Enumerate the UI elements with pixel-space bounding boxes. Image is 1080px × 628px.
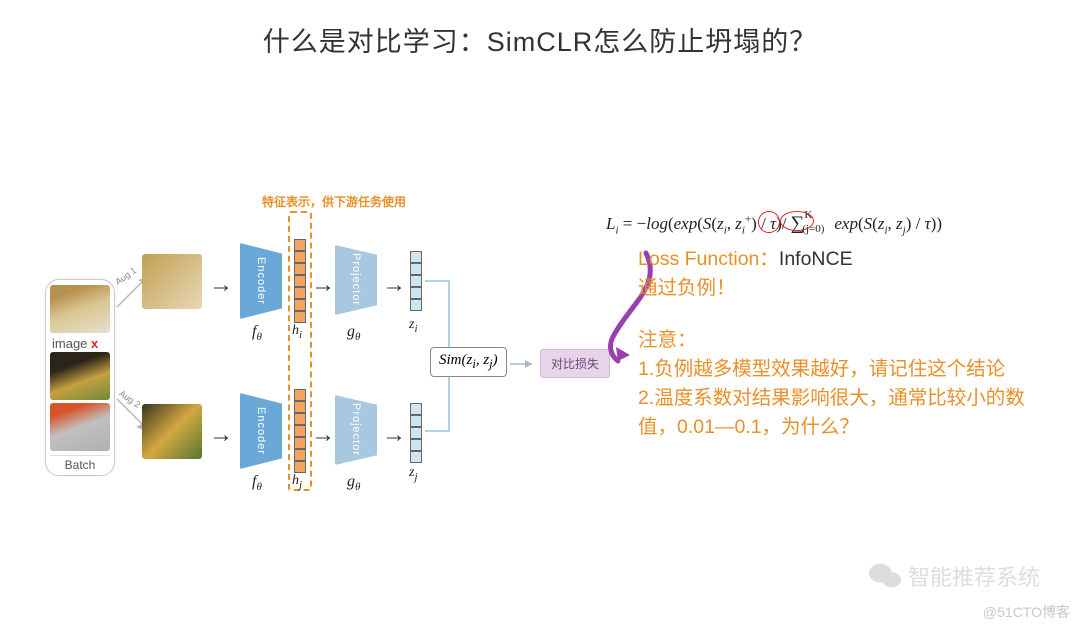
arrow-icon: → [209, 421, 233, 449]
main-area: 特征表示，供下游任务使用 image x Batch Aug 1 Aug 2 →… [0, 59, 1080, 579]
simclr-diagram: 特征表示，供下游任务使用 image x Batch Aug 1 Aug 2 →… [30, 199, 610, 549]
g-theta-bot: gθ [347, 473, 360, 493]
f-theta-top: fθ [252, 323, 262, 343]
encoder-bot: Encoder [240, 393, 282, 469]
feature-caption: 特征表示，供下游任务使用 [262, 193, 406, 210]
image-x-label: image x [52, 336, 110, 351]
z-j-vector [410, 403, 422, 463]
f-theta-bot: fθ [252, 473, 262, 493]
z-i-vector [410, 251, 422, 311]
cto-watermark: @51CTO博客 [983, 602, 1070, 622]
h-j-label: hj [292, 473, 302, 491]
z-i-label: zi [409, 317, 418, 335]
h-j-vector [294, 389, 306, 473]
page-title: 什么是对比学习：SimCLR怎么防止坍塌的？ [0, 20, 1080, 59]
sim-to-loss-arrow [510, 357, 540, 376]
aug-image-top [142, 254, 202, 309]
note-header: 注意： [638, 326, 1058, 355]
zj-to-sim-arrow [425, 369, 465, 454]
infonce-equation: Li = −log(exp(S(zi, zi+) / τ)/ ∑K(j=0)ex… [606, 213, 942, 236]
batch-image-2 [50, 352, 110, 400]
projector-bot: Projector [335, 395, 377, 465]
arrow-icon: → [382, 271, 406, 299]
arrow-icon: → [311, 421, 335, 449]
h-i-vector [294, 239, 306, 323]
encoder-top: Encoder [240, 243, 282, 319]
batch-image-1 [50, 285, 110, 333]
arrow-icon: → [311, 271, 335, 299]
note-1: 1.负例越多模型效果越好，请记住这个结论 [638, 355, 1058, 384]
wechat-icon [868, 561, 902, 591]
loss-fn-name: InfoNCE [779, 248, 853, 270]
z-j-label: zj [409, 465, 418, 483]
batch-image-3 [50, 403, 110, 451]
projector-top: Projector [335, 245, 377, 315]
sim-box: Sim(zi, zj) [430, 347, 507, 377]
arrow-icon: → [382, 421, 406, 449]
arrow-icon: → [209, 271, 233, 299]
batch-label: Batch [50, 455, 110, 472]
wechat-text: 智能推荐系统 [908, 560, 1040, 592]
aug-image-bot [142, 404, 202, 459]
note-2: 2.温度系数对结果影响很大，通常比较小的数值，0.01—0.1，为什么？ [638, 384, 1058, 443]
g-theta-top: gθ [347, 323, 360, 343]
contrastive-loss-box: 对比损失 [540, 349, 610, 378]
notes-block: Loss Function：InfoNCE 通过负例！ 注意： 1.负例越多模型… [638, 245, 1058, 443]
note-line-negatives: 通过负例！ [638, 274, 1058, 303]
h-i-label: hi [292, 323, 302, 341]
wechat-watermark: 智能推荐系统 [868, 560, 1040, 592]
batch-box: image x Batch [45, 279, 115, 476]
loss-fn-label: Loss Function： [638, 248, 779, 270]
